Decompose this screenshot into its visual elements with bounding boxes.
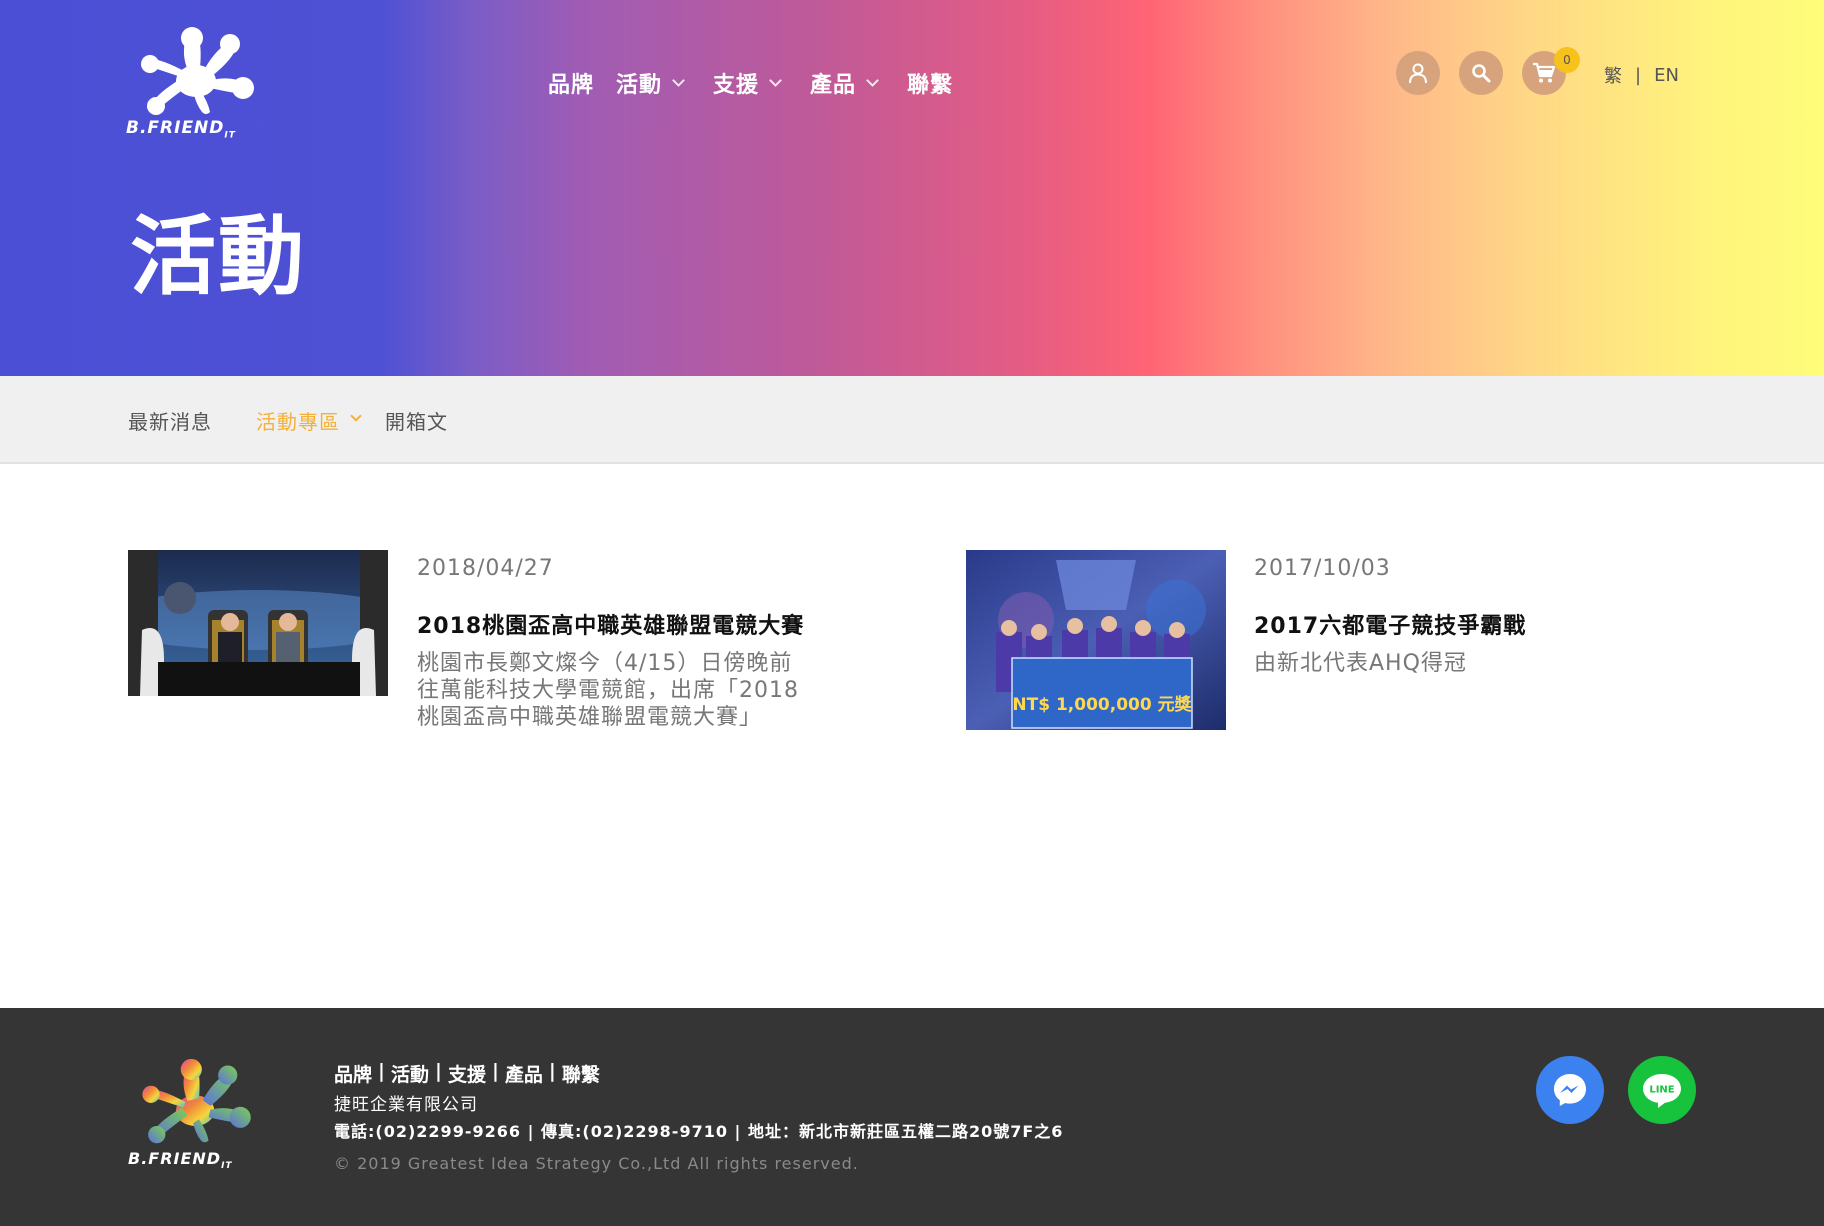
footer-logo-text: B.FRIENDIT	[128, 1149, 233, 1172]
line-icon-label: LINE	[1649, 1085, 1674, 1096]
subnav-item-unboxing[interactable]: 開箱文	[385, 406, 448, 435]
article-title[interactable]: 2017六都電子競技爭霸戰	[1254, 608, 1526, 640]
search-icon	[1472, 64, 1491, 83]
nav-item-label: 品牌	[548, 73, 595, 98]
line-icon: LINE	[1643, 1074, 1681, 1108]
page-title: 活動	[130, 207, 306, 307]
user-icon	[1409, 63, 1427, 84]
chevron-down-icon	[672, 73, 685, 87]
lang-option-en[interactable]: EN	[1654, 65, 1679, 86]
article-description: 桃園市長鄭文燦今（4/15）日傍晚前 往萬能科技大學電競館，出席「2018 桃園…	[417, 650, 837, 731]
nav-item-label: 聯繫	[907, 73, 954, 98]
subnav-item-news[interactable]: 最新消息	[128, 406, 212, 435]
main-nav: 品牌 活動 支援 產品 聯繫	[548, 66, 975, 100]
footer-logo[interactable]: B.FRIENDIT	[128, 1056, 268, 1171]
article-image: NT$ 1,000,000 元獎	[966, 550, 1226, 730]
nav-item-brand[interactable]: 品牌	[548, 67, 594, 99]
language-switcher: 繁 | EN	[1604, 62, 1679, 88]
footer-nav-separator: |	[548, 1060, 556, 1082]
footer-link-support[interactable]: 支援	[448, 1060, 486, 1087]
footer-nav-separator: |	[434, 1060, 442, 1082]
article-description-line: 由新北代表AHQ得冠	[1254, 651, 1467, 676]
lang-separator: |	[1635, 64, 1642, 86]
account-button[interactable]	[1396, 51, 1440, 95]
line-button[interactable]: LINE	[1628, 1056, 1696, 1124]
cart-count-badge: 0	[1554, 47, 1580, 73]
footer-link-products[interactable]: 產品	[505, 1060, 543, 1087]
messenger-icon	[1554, 1074, 1586, 1106]
chevron-down-icon[interactable]	[350, 410, 362, 422]
nav-item-label: 活動	[616, 73, 663, 98]
article-thumbnail[interactable]	[128, 550, 388, 696]
nav-item-label: 產品	[810, 73, 857, 98]
subnav-item-events[interactable]: 活動專區	[256, 406, 340, 435]
article-description: 由新北代表AHQ得冠	[1254, 650, 1674, 677]
nav-item-contact[interactable]: 聯繫	[907, 67, 953, 99]
article-image	[128, 550, 388, 696]
page-header: B.FRIENDIT 品牌 活動 支援 產品 聯繫 0 繁 | EN 活動	[0, 0, 1824, 376]
footer-logo-mark	[142, 1058, 251, 1144]
brand-logo-text: B.FRIENDIT	[126, 118, 236, 141]
company-name: 捷旺企業有限公司	[334, 1095, 478, 1115]
image-banner-text: NT$ 1,000,000 元獎	[1012, 694, 1192, 715]
brand-logo[interactable]: B.FRIENDIT	[126, 26, 272, 144]
nav-item-label: 支援	[713, 73, 760, 98]
article-date: 2018/04/27	[417, 556, 554, 581]
footer-link-events[interactable]: 活動	[391, 1060, 429, 1087]
footer-nav: 品牌 | 活動 | 支援 | 產品 | 聯繫	[334, 1060, 600, 1087]
cart-button[interactable]: 0	[1522, 47, 1580, 95]
article-title[interactable]: 2018桃園盃高中職英雄聯盟電競大賽	[417, 608, 804, 640]
cart-icon	[1533, 62, 1556, 83]
footer-nav-separator: |	[491, 1060, 499, 1082]
sub-nav: 最新消息 活動專區 開箱文	[0, 376, 1824, 464]
article-thumbnail[interactable]: NT$ 1,000,000 元獎	[966, 550, 1226, 730]
chevron-down-icon	[769, 73, 782, 87]
article-description-line: 桃園市長鄭文燦今（4/15）日傍晚前	[417, 651, 793, 676]
nav-item-events[interactable]: 活動	[616, 67, 685, 99]
footer-link-contact[interactable]: 聯繫	[562, 1060, 600, 1087]
page-footer: B.FRIENDIT 品牌 | 活動 | 支援 | 產品 | 聯繫 捷旺企業有限…	[0, 1008, 1824, 1226]
nav-item-products[interactable]: 產品	[810, 67, 879, 99]
footer-nav-separator: |	[378, 1060, 385, 1082]
chevron-down-icon	[866, 73, 879, 87]
brand-logo-mark	[141, 27, 254, 115]
article-date: 2017/10/03	[1254, 556, 1391, 581]
article-description-line: 桃園盃高中職英雄聯盟電競大賽」	[417, 705, 763, 730]
messenger-button[interactable]	[1536, 1056, 1604, 1124]
lang-option-zh[interactable]: 繁	[1604, 62, 1622, 88]
nav-item-support[interactable]: 支援	[713, 67, 782, 99]
footer-link-brand[interactable]: 品牌	[334, 1060, 372, 1087]
header-actions: 0	[1396, 47, 1585, 95]
search-button[interactable]	[1459, 51, 1503, 95]
copyright-text: © 2019 Greatest Idea Strategy Co.,Ltd Al…	[334, 1154, 859, 1173]
article-description-line: 往萬能科技大學電競館，出席「2018	[417, 678, 799, 703]
contact-info: 電話:(02)2299-9266 | 傳真:(02)2298-9710 | 地址…	[334, 1122, 1064, 1141]
